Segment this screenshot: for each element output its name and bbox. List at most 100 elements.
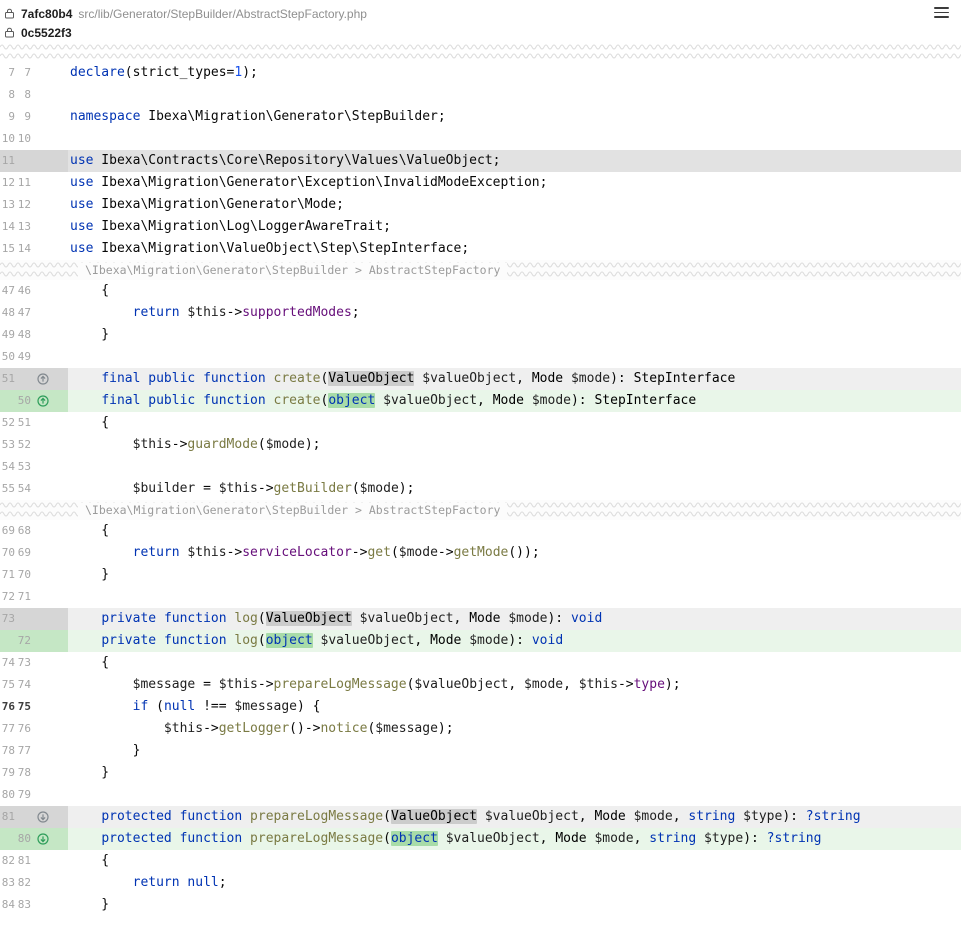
code-token: create	[274, 393, 321, 408]
diff-line-context[interactable]: 88	[0, 84, 961, 106]
code-token	[524, 393, 532, 408]
hamburger-menu-icon[interactable]	[934, 7, 949, 18]
diff-line-context[interactable]: 7574 $message = $this->prepareLogMessage…	[0, 674, 961, 696]
overrides-icon[interactable]	[31, 373, 68, 385]
code-line-background: private function log(object $valueObject…	[68, 630, 961, 652]
code-token: $mode	[266, 437, 305, 452]
code-token: $valueObject	[383, 393, 477, 408]
diff-line-context[interactable]: 7170 }	[0, 564, 961, 586]
diff-line-context[interactable]: 1211use Ibexa\Migration\Generator\Except…	[0, 172, 961, 194]
code-token: type	[634, 677, 665, 692]
gutter: 1010	[0, 128, 68, 150]
code-token	[70, 677, 133, 692]
code-token: ):	[571, 393, 594, 408]
diff-line-removed[interactable]: 11use Ibexa\Contracts\Core\Repository\Va…	[0, 150, 961, 172]
code-token: $mode	[594, 831, 633, 846]
diff-line-context[interactable]: 6968 {	[0, 520, 961, 542]
code-token: =	[195, 677, 218, 692]
diff-line-context[interactable]: 1413use Ibexa\Migration\Log\LoggerAwareT…	[0, 216, 961, 238]
diff-header: 7afc80b4 src/lib/Generator/StepBuilder/A…	[0, 0, 961, 42]
diff-line-context[interactable]: 4847 return $this->supportedModes;	[0, 302, 961, 324]
line-number-new: 75	[15, 696, 31, 718]
line-number-new: 76	[15, 718, 31, 740]
diff-line-removed[interactable]: 81 protected function prepareLogMessage(…	[0, 806, 961, 828]
code-text: if (null !== $message) {	[68, 696, 961, 718]
commit-hash-old[interactable]: 7afc80b4	[21, 7, 72, 21]
code-token: Ibexa\Migration\ValueObject\Step\StepInt…	[93, 241, 469, 256]
code-line-background: {	[68, 412, 961, 434]
diff-line-context[interactable]: 5554 $builder = $this->getBuilder($mode)…	[0, 478, 961, 500]
code-line-background: }	[68, 324, 961, 346]
diff-line-context[interactable]: 4746 {	[0, 280, 961, 302]
code-token: log	[234, 611, 257, 626]
code-token: private	[101, 633, 156, 648]
code-token: ,	[477, 393, 493, 408]
diff-line-context[interactable]: 7675 if (null !== $message) {	[0, 696, 961, 718]
collapsed-region-separator[interactable]: \Ibexa\Migration\Generator\StepBuilder >…	[0, 500, 961, 520]
diff-line-context[interactable]: 8483 }	[0, 894, 961, 916]
code-token: $this	[187, 545, 226, 560]
gutter: 7877	[0, 740, 68, 762]
collapsed-region-separator[interactable]: \Ibexa\Migration\Generator\StepBuilder >…	[0, 260, 961, 280]
code-token: $mode	[399, 545, 438, 560]
code-token: void	[571, 611, 602, 626]
diff-line-context[interactable]: 7877 }	[0, 740, 961, 762]
code-token: Mode	[555, 831, 586, 846]
diff-line-context[interactable]: 7271	[0, 586, 961, 608]
code-token: protected	[101, 831, 171, 846]
overridden-icon[interactable]	[31, 833, 68, 845]
overridden-icon[interactable]	[31, 811, 68, 823]
diff-line-context[interactable]: 5453	[0, 456, 961, 478]
commit-hash-new[interactable]: 0c5522f3	[21, 26, 72, 40]
code-text: private function log(object $valueObject…	[68, 630, 961, 652]
code-token: ValueObject	[266, 611, 352, 626]
gutter: 6968	[0, 520, 68, 542]
diff-line-context[interactable]: 4948 }	[0, 324, 961, 346]
diff-line-context[interactable]: 8281 {	[0, 850, 961, 872]
code-token: (	[391, 545, 399, 560]
line-number-old: 72	[0, 586, 15, 608]
diff-line-context[interactable]: 7473 {	[0, 652, 961, 674]
line-number-new: 68	[15, 520, 31, 542]
diff-line-context[interactable]: 7776 $this->getLogger()->notice($message…	[0, 718, 961, 740]
diff-line-context[interactable]: 77declare(strict_types=1);	[0, 62, 961, 84]
diff-line-removed[interactable]: 73 private function log(ValueObject $val…	[0, 608, 961, 630]
diff-line-context[interactable]: 7069 return $this->serviceLocator->get($…	[0, 542, 961, 564]
line-number-old: 76	[0, 696, 15, 718]
code-text: protected function prepareLogMessage(obj…	[68, 828, 961, 850]
diff-line-context[interactable]: 1514use Ibexa\Migration\ValueObject\Step…	[0, 238, 961, 260]
overrides-icon[interactable]	[31, 395, 68, 407]
line-number-old: 9	[0, 106, 15, 128]
diff-line-context[interactable]: 7978 }	[0, 762, 961, 784]
code-token: ValueObject	[391, 809, 477, 824]
code-token: }	[70, 765, 109, 780]
diff-line-added[interactable]: 72 private function log(object $valueObj…	[0, 630, 961, 652]
diff-line-added[interactable]: 80 protected function prepareLogMessage(…	[0, 828, 961, 850]
line-number-new: 13	[15, 216, 31, 238]
diff-line-context[interactable]: 8382 return null;	[0, 872, 961, 894]
code-token: ->	[172, 437, 188, 452]
code-token: private	[101, 611, 156, 626]
diff-line-removed[interactable]: 51 final public function create(ValueObj…	[0, 368, 961, 390]
diff-line-context[interactable]: 8079	[0, 784, 961, 806]
code-token: use	[70, 241, 93, 256]
code-token: if	[133, 699, 149, 714]
code-token: getLogger	[219, 721, 289, 736]
code-token	[70, 875, 133, 890]
diff-line-context[interactable]: 5049	[0, 346, 961, 368]
code-token: {	[70, 283, 109, 298]
code-token: ;	[352, 305, 360, 320]
diff-line-context[interactable]: 5352 $this->guardMode($mode);	[0, 434, 961, 456]
diff-line-context[interactable]: 5251 {	[0, 412, 961, 434]
diff-line-added[interactable]: 50 final public function create(object $…	[0, 390, 961, 412]
code-token: serviceLocator	[242, 545, 352, 560]
diff-line-context[interactable]: 1312use Ibexa\Migration\Generator\Mode;	[0, 194, 961, 216]
line-number-new: 72	[15, 630, 31, 652]
line-number-new: 83	[15, 894, 31, 916]
diff-line-context[interactable]: 1010	[0, 128, 961, 150]
gutter: 73	[0, 608, 68, 630]
code-token: use	[70, 175, 93, 190]
code-token: {	[70, 655, 109, 670]
diff-line-context[interactable]: 99namespace Ibexa\Migration\Generator\St…	[0, 106, 961, 128]
line-number-old: 78	[0, 740, 15, 762]
